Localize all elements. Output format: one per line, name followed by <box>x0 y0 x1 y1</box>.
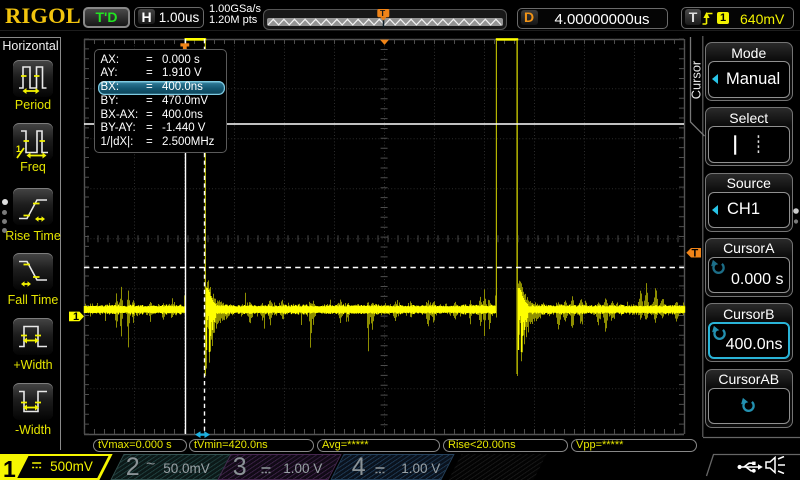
svg-text:T: T <box>380 8 386 18</box>
svg-text:T: T <box>692 248 699 260</box>
svg-text:1: 1 <box>73 311 79 323</box>
